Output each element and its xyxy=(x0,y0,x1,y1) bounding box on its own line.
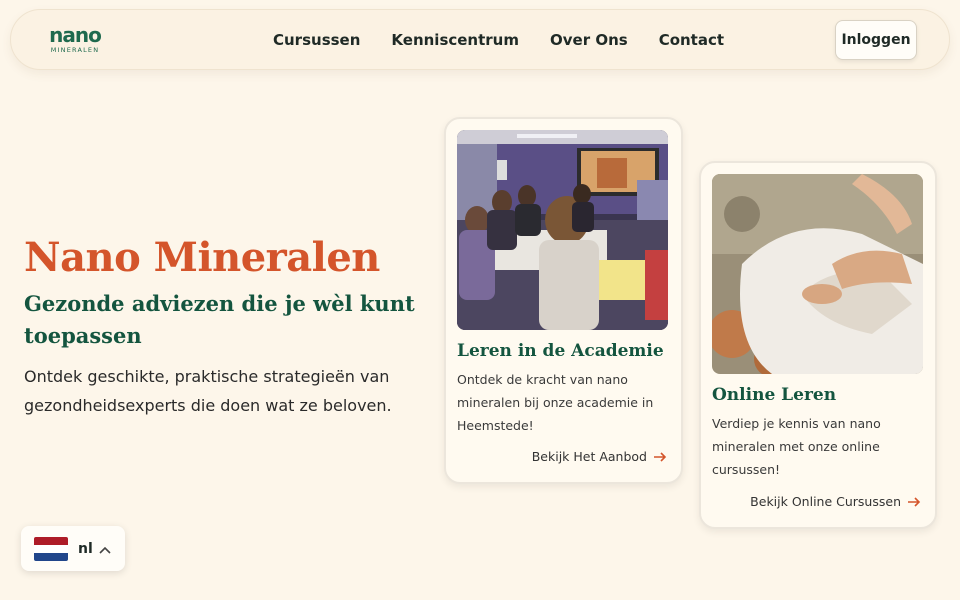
hero-title: Nano Mineralen xyxy=(24,234,380,281)
logo-word: nano xyxy=(49,23,102,47)
hero-subtitle: Gezonde adviezen die je wèl kunt toepass… xyxy=(24,291,415,348)
card-online-title: Online Leren xyxy=(712,385,837,405)
language-switcher[interactable]: nl xyxy=(21,526,125,571)
card-online-link[interactable]: Bekijk Online Cursussen xyxy=(750,494,921,509)
hero-section: Nano Mineralen Gezonde adviezen die je w… xyxy=(24,232,434,420)
card-online-link-label: Bekijk Online Cursussen xyxy=(750,494,901,509)
card-academie-text: Ontdek de kracht van nano mineralen bij … xyxy=(457,372,654,433)
flag-stripe-blue xyxy=(34,552,68,561)
arrow-right-icon xyxy=(907,495,921,509)
arrow-right-icon xyxy=(653,450,667,464)
site-logo[interactable]: nano MINERALEN xyxy=(43,25,107,57)
card-online-text: Verdiep je kennis van nano mineralen met… xyxy=(712,416,881,477)
nav-link-cursussen[interactable]: Cursussen xyxy=(273,30,360,50)
site-header: nano MINERALEN Cursussen Kenniscentrum O… xyxy=(10,9,950,70)
card-academie-link[interactable]: Bekijk Het Aanbod xyxy=(532,449,667,464)
nav-link-kenniscentrum[interactable]: Kenniscentrum xyxy=(391,30,519,50)
academie-classroom-image xyxy=(457,130,668,330)
hero-description: Ontdek geschikte, praktische strategieën… xyxy=(24,367,392,415)
flag-stripe-red xyxy=(34,536,68,545)
main-nav: Cursussen Kenniscentrum Over Ons Contact xyxy=(273,30,755,50)
language-code: nl xyxy=(78,540,93,557)
nav-link-over-ons[interactable]: Over Ons xyxy=(550,30,628,50)
card-academie-title: Leren in de Academie xyxy=(457,341,664,361)
card-online[interactable]: Online Leren Verdiep je kennis van nano … xyxy=(699,161,937,529)
online-learning-image xyxy=(712,174,923,374)
logo-subtext: MINERALEN xyxy=(50,46,100,54)
flag-stripe-white xyxy=(34,544,68,553)
chevron-up-icon xyxy=(99,539,111,558)
card-academie-link-label: Bekijk Het Aanbod xyxy=(531,449,647,464)
nav-link-contact[interactable]: Contact xyxy=(659,30,724,50)
card-academie[interactable]: Leren in de Academie Ontdek de kracht va… xyxy=(444,117,683,484)
netherlands-flag-icon xyxy=(34,536,68,561)
login-button[interactable]: Inloggen xyxy=(835,20,917,60)
